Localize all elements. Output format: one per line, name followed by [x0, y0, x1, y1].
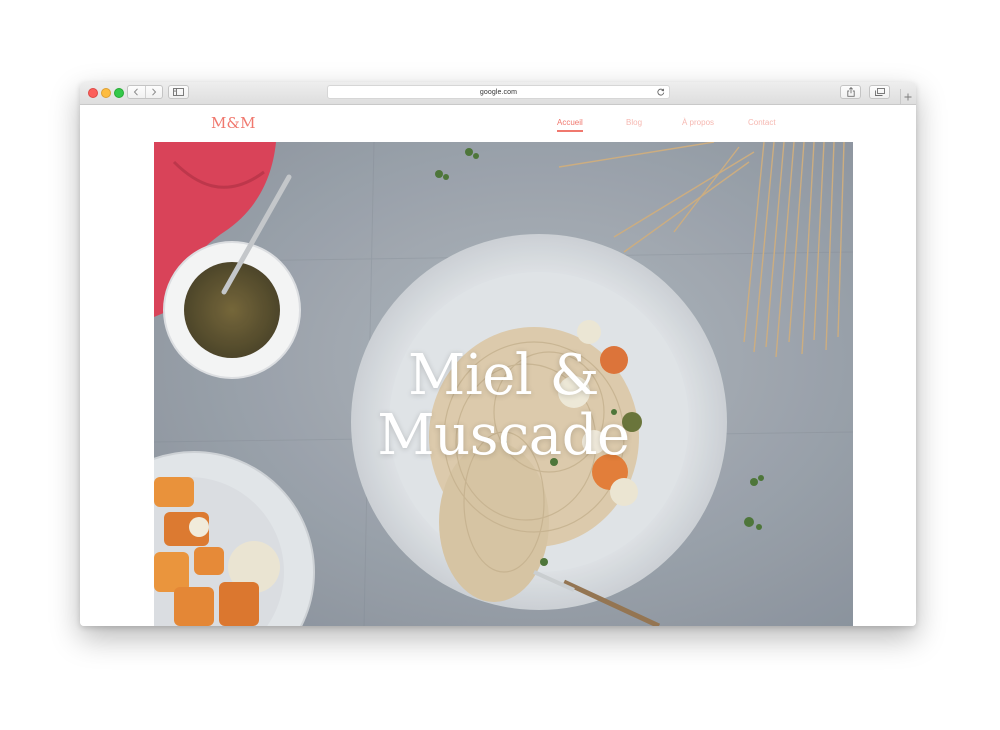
history-nav-group — [127, 85, 163, 99]
sidebar-icon — [173, 88, 184, 96]
nav-link-blog[interactable]: Blog — [626, 118, 642, 127]
plus-icon — [904, 93, 912, 100]
website-content: M&M Accueil Blog À propos Contact Miel &… — [80, 105, 916, 626]
fullscreen-window-button[interactable] — [114, 88, 124, 98]
site-logo[interactable]: M&M — [211, 114, 256, 132]
new-tab-button[interactable] — [900, 89, 915, 104]
share-icon — [846, 87, 855, 97]
close-window-button[interactable] — [88, 88, 98, 98]
chevron-left-icon — [134, 88, 139, 96]
forward-button[interactable] — [144, 86, 163, 98]
chevron-right-icon — [151, 88, 156, 96]
nav-link-label: À propos — [682, 118, 715, 127]
back-button[interactable] — [128, 86, 145, 98]
hero-banner: Miel & Muscade — [154, 142, 853, 626]
active-nav-underline — [557, 130, 583, 132]
sidebar-toggle-button[interactable] — [168, 85, 189, 99]
nav-link-a-propos[interactable]: À propos — [682, 118, 714, 127]
minimize-window-button[interactable] — [101, 88, 111, 98]
nav-link-contact[interactable]: Contact — [748, 118, 776, 127]
browser-window: google.com M&M Accueil Blog À propos Con… — [80, 82, 916, 626]
address-bar[interactable]: google.com — [327, 85, 670, 99]
nav-link-label: Blog — [626, 118, 643, 127]
hero-title: Miel & Muscade — [154, 342, 853, 468]
nav-link-accueil[interactable]: Accueil — [557, 118, 583, 132]
nav-link-label: Accueil — [557, 118, 583, 127]
stage: google.com M&M Accueil Blog À propos Con… — [0, 0, 1000, 730]
reload-icon[interactable] — [657, 88, 665, 96]
hero-title-line-1: Miel & — [408, 342, 599, 408]
nav-link-label: Contact — [748, 118, 776, 127]
tabs-icon — [874, 88, 885, 96]
address-text: google.com — [479, 88, 518, 96]
show-tabs-button[interactable] — [869, 85, 890, 99]
share-button[interactable] — [840, 85, 861, 99]
browser-toolbar: google.com — [80, 82, 916, 105]
hero-title-line-2: Muscade — [377, 402, 630, 468]
